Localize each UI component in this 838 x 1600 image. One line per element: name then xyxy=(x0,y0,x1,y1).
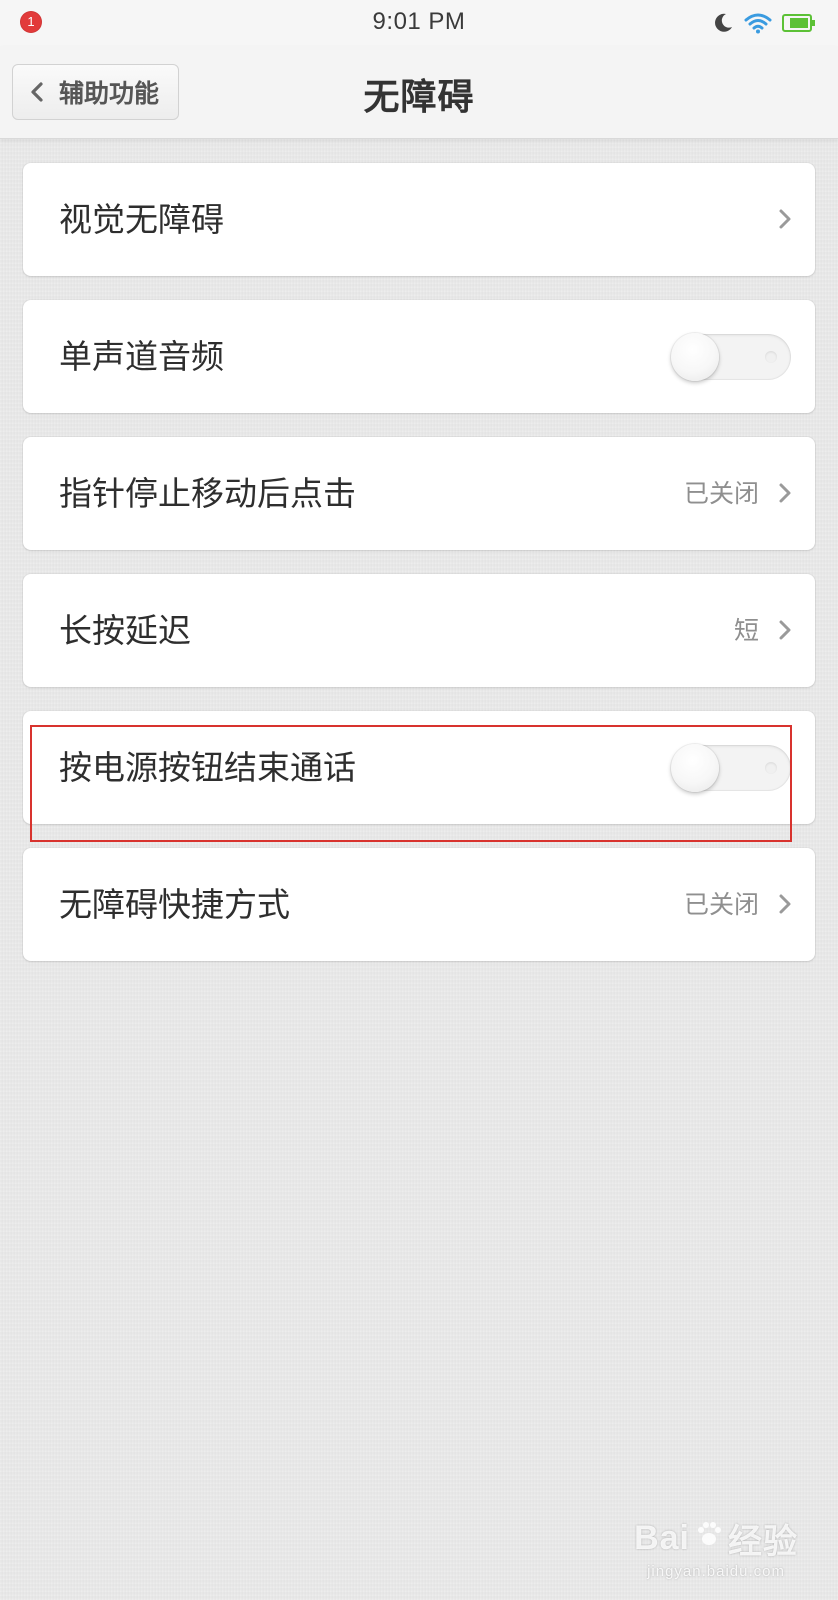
watermark-logo: Bai 经验 xyxy=(634,1514,798,1563)
chevron-right-icon xyxy=(779,483,791,503)
watermark-url: jingyan.baidu.com xyxy=(647,1563,785,1580)
setting-label: 无障碍快捷方式 xyxy=(59,885,290,924)
toggle-knob xyxy=(671,333,719,381)
setting-row-long-press-delay[interactable]: 长按延迟 短 xyxy=(23,574,815,687)
setting-label: 单声道音频 xyxy=(59,337,224,376)
nav-bar: 辅助功能 无障碍 xyxy=(0,46,838,139)
setting-label: 视觉无障碍 xyxy=(59,200,224,239)
setting-value: 短 xyxy=(733,616,759,645)
setting-value: 已关闭 xyxy=(683,479,759,508)
setting-label: 指针停止移动后点击 xyxy=(59,474,356,513)
setting-value: 已关闭 xyxy=(683,890,759,919)
setting-row-power-button-ends-call: 按电源按钮结束通话 xyxy=(23,711,815,824)
watermark-logo-suffix: 经验 xyxy=(728,1523,798,1561)
chevron-right-icon xyxy=(779,620,791,640)
watermark-logo-text: Bai xyxy=(634,1519,690,1557)
mono-audio-toggle[interactable] xyxy=(671,333,791,381)
paw-icon xyxy=(694,1519,724,1558)
setting-label: 长按延迟 xyxy=(59,611,191,650)
battery-icon xyxy=(782,13,816,33)
power-button-ends-call-toggle[interactable] xyxy=(671,744,791,792)
setting-label: 按电源按钮结束通话 xyxy=(59,748,356,787)
toggle-track-dot xyxy=(765,762,777,774)
chevron-right-icon xyxy=(779,209,791,229)
toggle-knob xyxy=(671,744,719,792)
setting-row-accessibility-shortcut[interactable]: 无障碍快捷方式 已关闭 xyxy=(23,848,815,961)
chevron-right-icon xyxy=(779,894,791,914)
status-icons xyxy=(712,10,816,36)
page-title: 无障碍 xyxy=(363,77,475,118)
status-bar: 1 9:01 PM xyxy=(0,0,838,46)
setting-row-mono-audio: 单声道音频 xyxy=(23,300,815,413)
settings-list: 视觉无障碍 单声道音频 指针停止移动后点击 已关闭 长按延迟 短 按电源按钮结束… xyxy=(23,163,815,985)
setting-row-visual-accessibility[interactable]: 视觉无障碍 xyxy=(23,163,815,276)
wifi-icon xyxy=(744,12,772,34)
setting-row-dwell-click[interactable]: 指针停止移动后点击 已关闭 xyxy=(23,437,815,550)
toggle-track-dot xyxy=(765,351,777,363)
moon-icon xyxy=(712,12,734,34)
watermark: Bai 经验 jingyan.baidu.com xyxy=(634,1514,798,1580)
